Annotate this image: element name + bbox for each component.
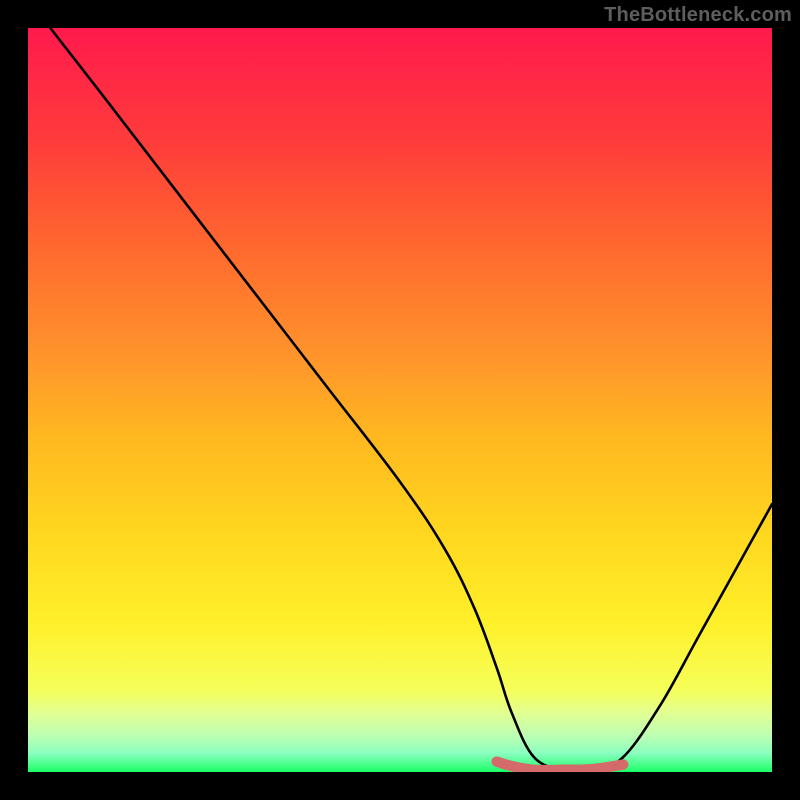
watermark-label: TheBottleneck.com	[604, 4, 792, 27]
plot-area	[28, 28, 772, 772]
curve-layer	[28, 28, 772, 772]
bottleneck-curve	[50, 28, 772, 771]
chart-stage: TheBottleneck.com	[0, 0, 800, 800]
highlight-segment	[497, 762, 623, 771]
